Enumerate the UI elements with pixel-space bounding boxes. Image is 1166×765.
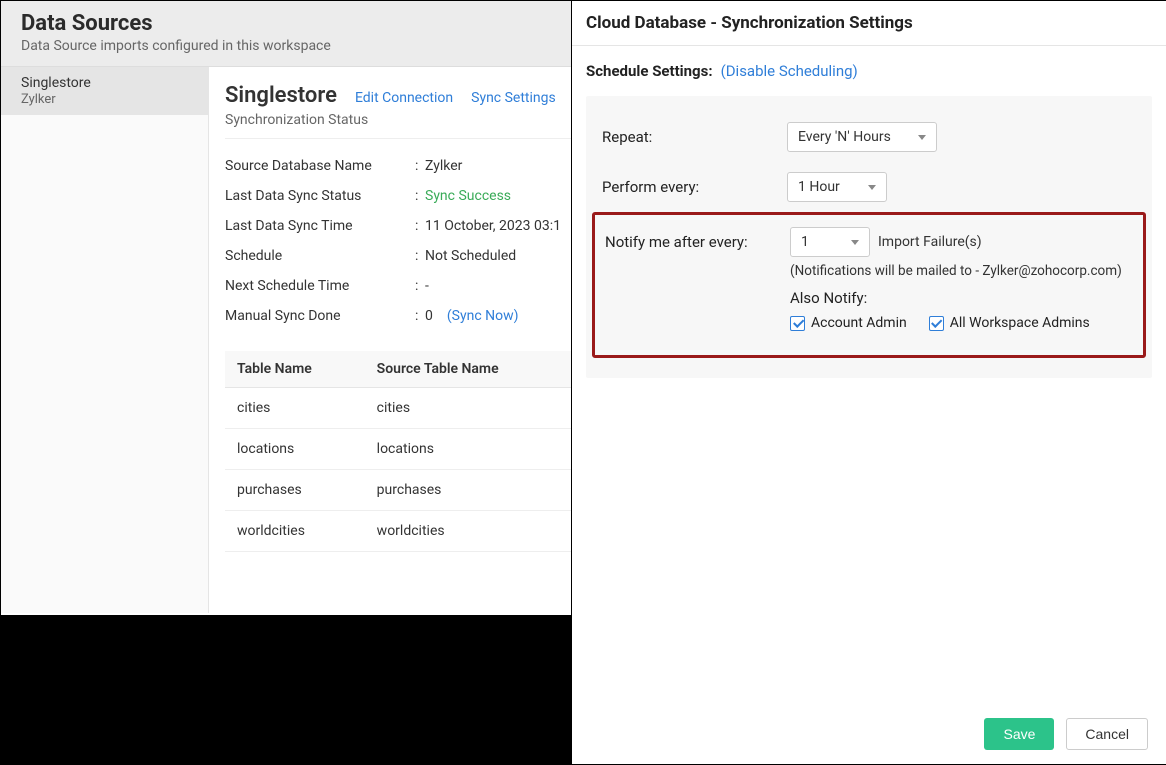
kv-last-sync-status: Last Data Sync Status : Sync Success (225, 181, 571, 211)
disable-scheduling-link[interactable]: (Disable Scheduling) (721, 62, 858, 80)
kv-source-db: Source Database Name : Zylker (225, 151, 571, 181)
sync-settings-modal: Cloud Database - Synchronization Setting… (571, 1, 1166, 764)
table-row: cities cities (225, 388, 571, 429)
save-button[interactable]: Save (984, 718, 1054, 750)
table-row: worldcities worldcities (225, 511, 571, 552)
checkbox-icon (929, 316, 944, 331)
page-subtitle: Data Source imports configured in this w… (21, 38, 551, 54)
sidebar-item-singlestore[interactable]: Singlestore Zylker (1, 67, 208, 115)
page-title: Data Sources (21, 11, 551, 36)
chevron-down-icon (851, 240, 859, 245)
notify-count-select[interactable]: 1 (790, 227, 870, 257)
schedule-settings-box: Repeat: Every 'N' Hours Perform every: 1… (586, 96, 1152, 378)
th-source-table: Source Table Name (365, 351, 571, 388)
detail-subtitle: Synchronization Status (225, 112, 571, 139)
detail-panel: Singlestore Edit Connection Sync Setting… (209, 67, 571, 613)
chevron-down-icon (868, 185, 876, 190)
notify-suffix: Import Failure(s) (878, 234, 982, 250)
page-header: Data Sources Data Source imports configu… (1, 1, 571, 67)
table-row: locations locations (225, 429, 571, 470)
black-area (1, 615, 571, 765)
sidebar-item-sub: Zylker (21, 92, 188, 108)
notify-label: Notify me after every: (605, 227, 790, 251)
notify-note: (Notifications will be mailed to - Zylke… (790, 263, 1133, 279)
repeat-label: Repeat: (602, 122, 787, 146)
kv-manual-sync: Manual Sync Done : 0 (Sync Now) (225, 301, 571, 331)
detail-title: Singlestore (225, 83, 337, 108)
sidebar: Singlestore Zylker (1, 67, 209, 613)
also-notify-label: Also Notify: (790, 289, 1133, 307)
checkbox-icon (790, 316, 805, 331)
chevron-down-icon (918, 135, 926, 140)
sync-settings-link[interactable]: Sync Settings (471, 90, 556, 106)
workspace-admins-checkbox[interactable]: All Workspace Admins (929, 315, 1090, 331)
notify-highlight: Notify me after every: 1 Import Failure(… (592, 212, 1146, 358)
edit-connection-link[interactable]: Edit Connection (355, 90, 453, 106)
sidebar-item-title: Singlestore (21, 75, 188, 92)
schedule-settings-label: Schedule Settings: (586, 62, 713, 80)
kv-schedule: Schedule : Not Scheduled (225, 241, 571, 271)
sync-now-link[interactable]: (Sync Now) (447, 308, 519, 324)
kv-next-schedule: Next Schedule Time : - (225, 271, 571, 301)
perform-every-select[interactable]: 1 Hour (787, 172, 887, 202)
modal-title: Cloud Database - Synchronization Setting… (572, 1, 1166, 46)
table-row: purchases purchases (225, 470, 571, 511)
th-table-name: Table Name (225, 351, 365, 388)
cancel-button[interactable]: Cancel (1066, 718, 1148, 750)
perform-every-label: Perform every: (602, 172, 787, 196)
account-admin-checkbox[interactable]: Account Admin (790, 315, 907, 331)
kv-last-sync-time: Last Data Sync Time : 11 October, 2023 0… (225, 211, 571, 241)
tables-table: Table Name Source Table Name cities citi… (225, 351, 571, 552)
repeat-select[interactable]: Every 'N' Hours (787, 122, 937, 152)
